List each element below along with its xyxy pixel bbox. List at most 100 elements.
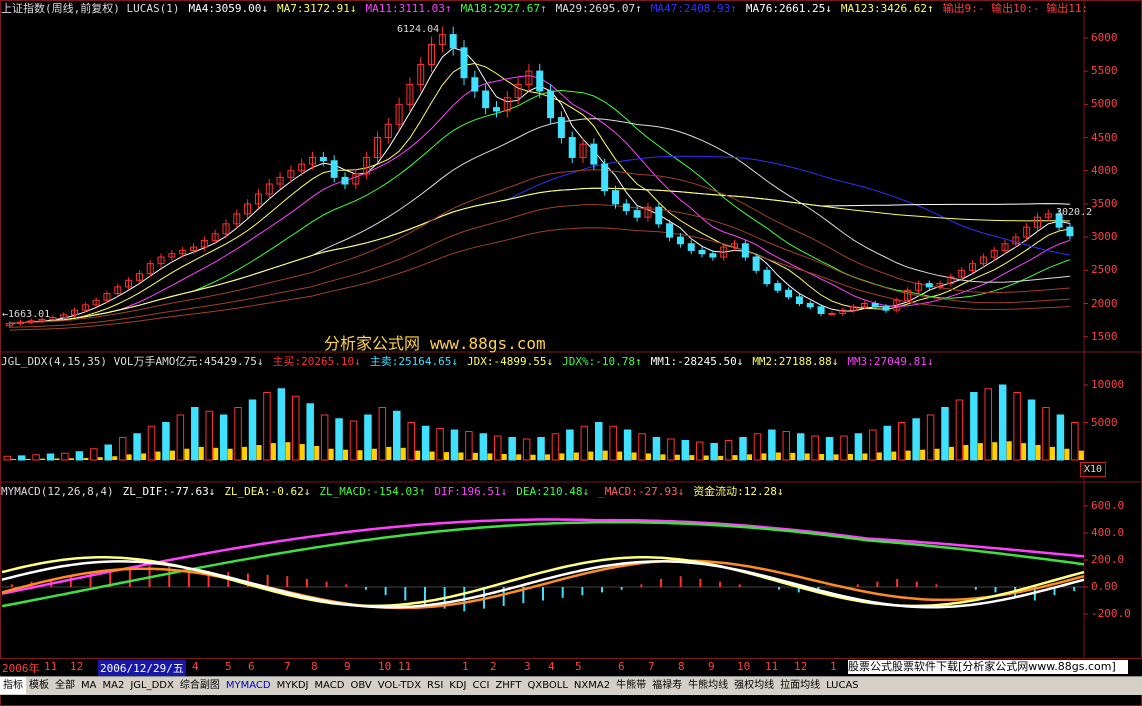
- time-label: 2: [490, 660, 497, 673]
- price-tick-label: 3000: [1091, 230, 1118, 244]
- volume-bar: [306, 403, 314, 461]
- tab-kdj[interactable]: KDJ: [446, 677, 469, 694]
- tab-qxboll[interactable]: QXBOLL: [525, 677, 571, 694]
- tab-mykdj[interactable]: MYKDJ: [274, 677, 312, 694]
- main-header-item: MA47:2408.93↑: [650, 2, 737, 15]
- volume-sub-bar: [573, 452, 579, 460]
- tab-强权均线[interactable]: 强权均线: [731, 677, 777, 694]
- candle-body: [709, 253, 717, 258]
- candle-body: [471, 77, 479, 92]
- volume-bar: [695, 441, 704, 461]
- price-tick-label: 4500: [1091, 130, 1118, 144]
- candle-body: [687, 243, 695, 251]
- volume-bar: [796, 433, 805, 461]
- tab-obv[interactable]: OBV: [348, 677, 375, 694]
- volume-bar: [421, 425, 430, 461]
- tab-vol-tdx[interactable]: VOL-TDX: [375, 677, 424, 694]
- volume-bar: [133, 433, 141, 461]
- time-label: 2006年: [2, 662, 40, 675]
- tab-ma[interactable]: MA: [78, 677, 99, 694]
- volume-sub-bar: [1049, 446, 1055, 460]
- candle-body: [536, 70, 544, 92]
- volume-bar: [566, 429, 574, 461]
- tab-zhft[interactable]: ZHFT: [492, 677, 524, 694]
- macd-header-item: ZL_DIF:-77.63↓: [122, 485, 216, 498]
- volume-sub-bar: [198, 446, 204, 460]
- time-label: 1: [830, 660, 837, 673]
- volume-bar: [450, 429, 459, 461]
- vol-tick-label: 5000: [1091, 415, 1118, 429]
- main-header-item: MA76:2661.25↓: [745, 2, 832, 15]
- tab-rsi[interactable]: RSI: [424, 677, 446, 694]
- volume-sub-bar: [516, 454, 522, 460]
- chart-canvas[interactable]: [0, 0, 1142, 706]
- volume-sub-bar: [213, 447, 219, 460]
- volume-bar: [494, 435, 502, 461]
- volume-sub-bar: [674, 454, 680, 460]
- volume-sub-bar: [1035, 445, 1041, 460]
- tab-macd[interactable]: MACD: [312, 677, 348, 694]
- time-label: 4: [192, 660, 199, 673]
- volume-bar: [147, 425, 156, 461]
- volume-sub-bar: [429, 451, 435, 460]
- tab-指标[interactable]: 指标: [0, 677, 26, 694]
- volume-bar: [970, 392, 978, 461]
- candle-body: [449, 34, 457, 49]
- volume-sub-bar: [141, 453, 147, 460]
- watermark-cn: 分析家公式网: [324, 334, 421, 353]
- tab-综合副图[interactable]: 综合副图: [177, 677, 223, 694]
- volume-bar: [854, 433, 863, 461]
- tab-牛熊带[interactable]: 牛熊带: [613, 677, 649, 694]
- main-header-item: MA11:3111.03↑: [365, 2, 452, 15]
- tab-nxma2[interactable]: NXMA2: [571, 677, 613, 694]
- vol-tick-label: 10000: [1091, 378, 1125, 391]
- candle-body: [741, 243, 749, 258]
- time-label: 7: [284, 660, 291, 673]
- volume-sub-bar: [386, 446, 392, 460]
- macd-header-item: DIF:196.51↓: [434, 485, 508, 498]
- lucas-band-line: [9, 227, 1070, 331]
- tab-福禄寿[interactable]: 福禄寿: [649, 677, 685, 694]
- volume-sub-bar: [992, 442, 998, 460]
- candle-body: [611, 190, 619, 205]
- volume-bar: [710, 443, 718, 461]
- time-label: 5: [575, 660, 582, 673]
- tab-ma2[interactable]: MA2: [99, 677, 127, 694]
- volume-sub-bar: [472, 452, 478, 460]
- dif-line: [1, 518, 1085, 595]
- low-price-label: ←1663.01: [2, 309, 51, 320]
- tab-mymacd[interactable]: MYMACD: [223, 677, 274, 694]
- watermark: 分析家公式网 www.88gs.com: [324, 330, 546, 354]
- volume-sub-bar: [1021, 443, 1027, 460]
- tab-cci[interactable]: CCI: [470, 677, 493, 694]
- price-tick-label: 2500: [1091, 263, 1118, 277]
- x10-scale-button[interactable]: X10: [1080, 462, 1106, 477]
- high-price-label: 6124.04: [397, 24, 440, 35]
- volume-sub-bar: [299, 444, 305, 460]
- time-label: 10: [378, 660, 392, 673]
- volume-sub-bar: [718, 455, 724, 460]
- promo-banner[interactable]: 股票公式股票软件下载[分析家公式网www.88gs.com]: [848, 660, 1128, 674]
- volume-sub-bar: [833, 454, 839, 460]
- tab-牛熊均线[interactable]: 牛熊均线: [685, 677, 731, 694]
- volume-sub-bar: [169, 450, 175, 460]
- volume-sub-bar: [184, 448, 190, 460]
- tab-全部[interactable]: 全部: [52, 677, 78, 694]
- volume-bar: [176, 414, 185, 461]
- tab-jgl_ddx[interactable]: JGL_DDX: [127, 677, 177, 694]
- candle-body: [871, 303, 879, 308]
- tab-模板[interactable]: 模板: [26, 677, 52, 694]
- volume-sub-bar: [530, 454, 536, 460]
- vol-header-item: JDX:-4899.55↓: [467, 355, 554, 368]
- volume-sub-bar: [371, 448, 377, 460]
- time-label: 12: [794, 660, 808, 673]
- volume-bar: [537, 437, 545, 461]
- volume-sub-bar: [660, 454, 666, 460]
- volume-sub-bar: [645, 453, 652, 460]
- volume-sub-bar: [602, 450, 608, 460]
- tab-lucas[interactable]: LUCAS: [823, 677, 862, 694]
- tab-拉面均线[interactable]: 拉面均线: [777, 677, 823, 694]
- volume-bar: [623, 429, 632, 461]
- candle-body: [1066, 226, 1074, 237]
- time-label: 6: [618, 660, 625, 673]
